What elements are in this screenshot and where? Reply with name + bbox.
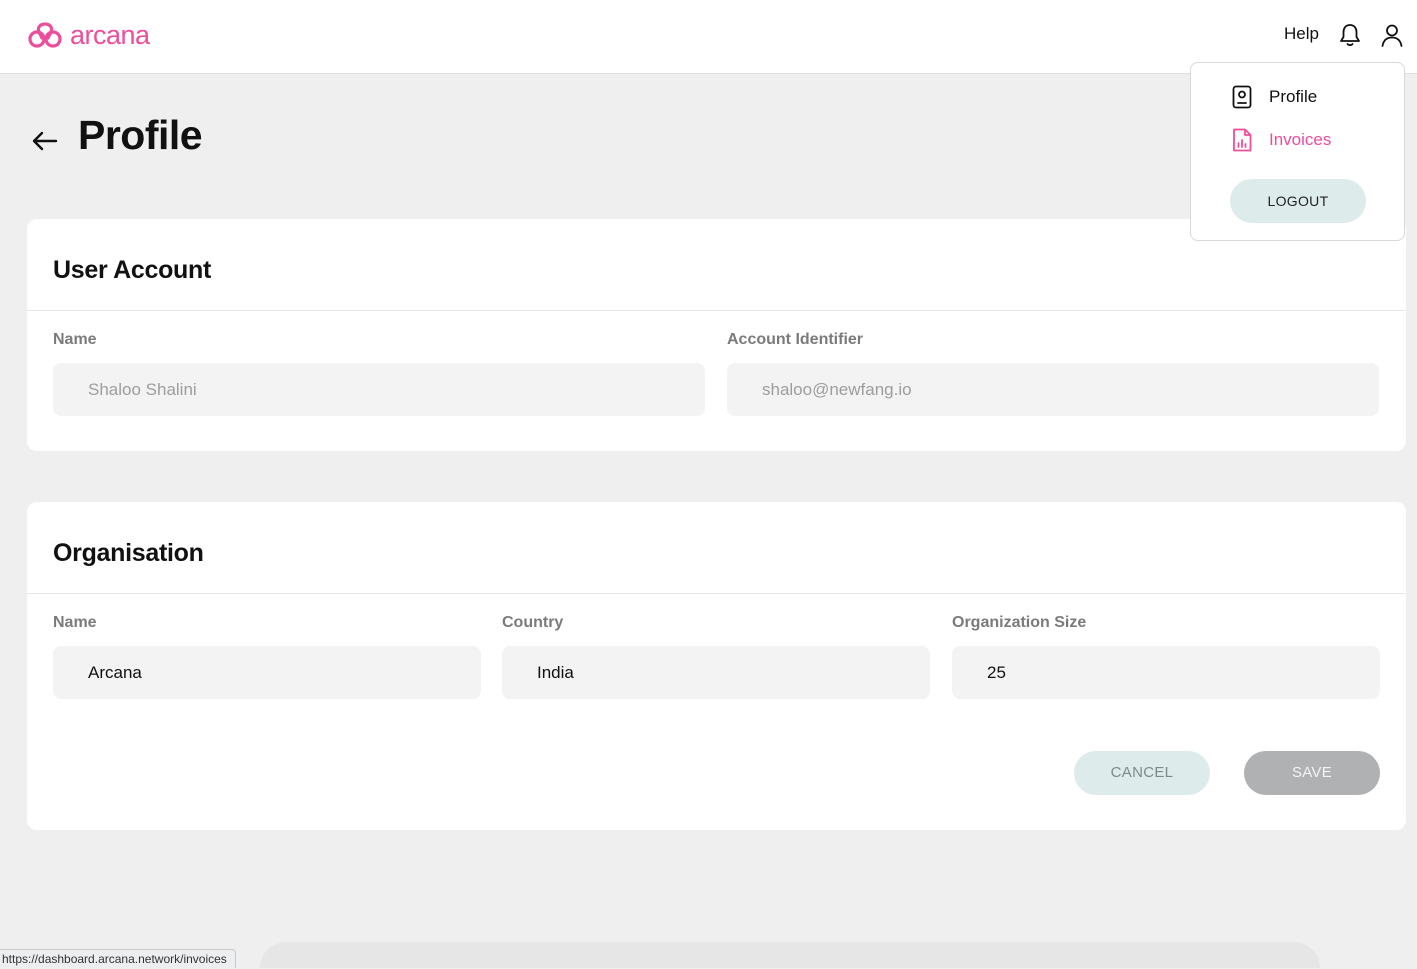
invoice-icon (1233, 128, 1252, 152)
arcana-logo[interactable]: arcana (27, 20, 150, 50)
organisation-card: Organisation Name Arcana Country India O… (27, 502, 1406, 830)
save-button[interactable]: SAVE (1244, 751, 1380, 795)
logout-button[interactable]: LOGOUT (1230, 179, 1366, 223)
page-header: Profile (30, 112, 203, 159)
user-account-title: User Account (53, 256, 212, 284)
country-field[interactable]: India (502, 646, 930, 699)
arcana-logo-icon (28, 22, 62, 48)
divider (27, 310, 1406, 311)
bell-icon[interactable] (1339, 23, 1361, 47)
status-bar-url: https://dashboard.arcana.network/invoice… (0, 949, 236, 968)
menu-item-label: Invoices (1269, 130, 1332, 149)
help-link[interactable]: Help (1284, 24, 1319, 44)
org-name-field[interactable]: Arcana (53, 646, 481, 699)
cancel-button[interactable]: CANCEL (1074, 751, 1210, 795)
organisation-title: Organisation (53, 539, 204, 567)
account-identifier-label: Account Identifier (727, 331, 864, 348)
user-dropdown-menu: Profile Invoices LOGOUT (1190, 62, 1405, 241)
org-name-label: Name (53, 614, 97, 631)
menu-item-invoices[interactable]: Invoices (1231, 128, 1331, 152)
arrow-left-icon[interactable] (30, 126, 60, 156)
user-icon[interactable] (1380, 23, 1404, 47)
user-account-card: User Account Name Shaloo Shalini Account… (27, 219, 1406, 451)
org-size-label: Organization Size (952, 614, 1087, 631)
menu-item-label: Profile (1269, 87, 1318, 106)
logo-text: arcana (70, 20, 150, 50)
page-title: Profile (78, 112, 203, 158)
user-name-label: Name (53, 331, 97, 348)
user-name-field[interactable]: Shaloo Shalini (53, 363, 705, 416)
account-identifier-field[interactable]: shaloo@newfang.io (727, 363, 1379, 416)
menu-item-profile[interactable]: Profile (1231, 85, 1317, 109)
org-size-field[interactable]: 25 (952, 646, 1380, 699)
bottom-shadow (260, 942, 1320, 968)
profile-badge-icon (1232, 85, 1252, 109)
divider (27, 593, 1406, 594)
country-label: Country (502, 614, 564, 631)
